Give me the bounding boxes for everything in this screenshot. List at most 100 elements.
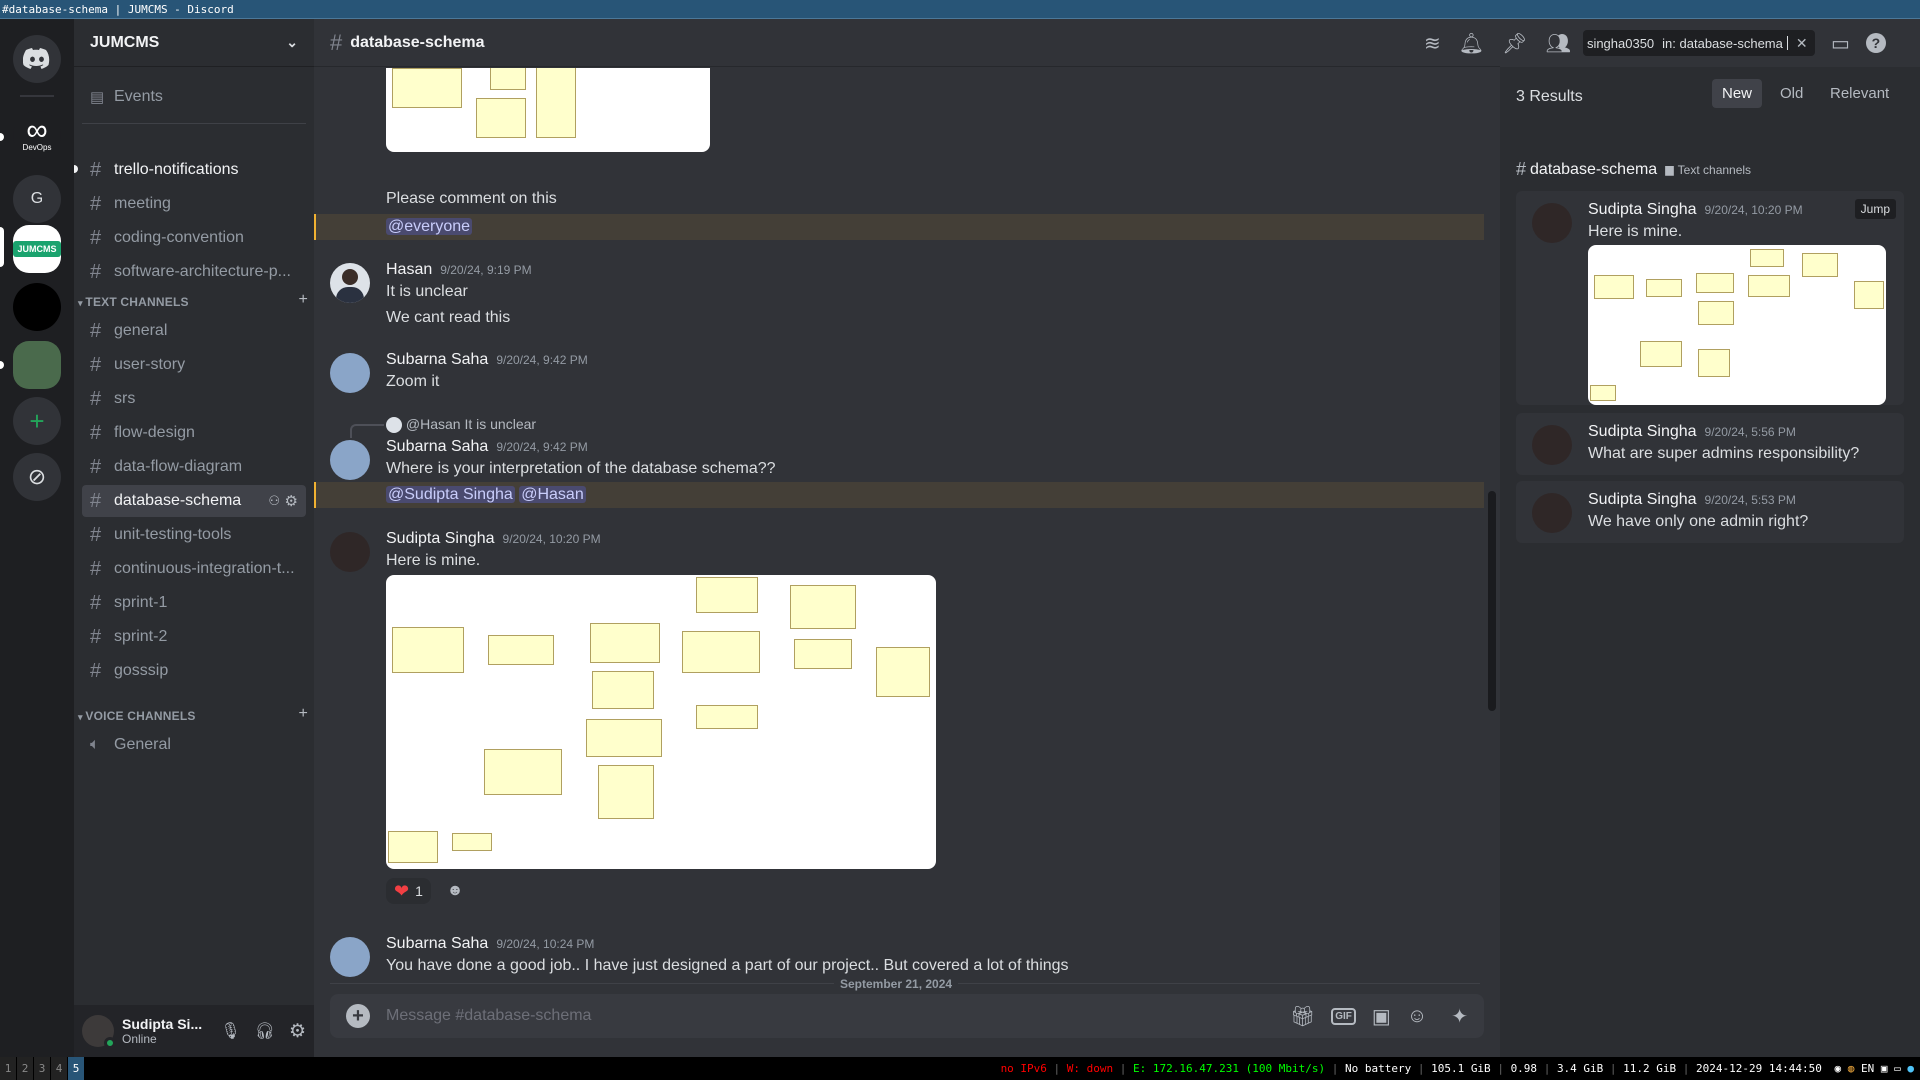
avatar[interactable] <box>330 532 370 572</box>
author-name[interactable]: Subarna Saha <box>386 438 488 455</box>
emoji-icon[interactable]: ☺ <box>1407 1005 1427 1028</box>
invite-icon[interactable]: ⚇ <box>268 493 280 509</box>
message-input[interactable]: Message #database-schema <box>386 1007 1278 1025</box>
guild-header[interactable]: JUMCMS ⌄ <box>74 19 314 67</box>
channel-user-story[interactable]: # user-story <box>82 349 306 381</box>
server-image[interactable] <box>13 341 61 389</box>
search-result[interactable]: Sudipta Singha 9/20/24, 10:20 PM Here is … <box>1516 191 1904 405</box>
add-channel-icon[interactable]: + <box>298 292 308 309</box>
headphones-icon[interactable]: 🎧︎ <box>255 1021 275 1041</box>
author-name[interactable]: Sudipta Singha <box>1588 423 1697 440</box>
explore-servers-button[interactable]: ⊘ <box>13 453 61 501</box>
channel-sprint-2[interactable]: # sprint-2 <box>82 621 306 653</box>
avatar[interactable] <box>82 1015 116 1049</box>
channel-database-schema[interactable]: # database-schema ⚇ ⚙ <box>82 485 306 517</box>
display-tray-icon[interactable]: ▭ <box>1894 1062 1901 1075</box>
author-name[interactable]: Subarna Saha <box>386 935 488 952</box>
workspace-button-current[interactable]: 5 <box>68 1057 84 1080</box>
channel-srs[interactable]: # srs <box>82 383 306 415</box>
attachment-image[interactable] <box>386 68 710 152</box>
channel-unit-testing-tools[interactable]: # unit-testing-tools <box>82 519 306 551</box>
channel-sprint-1[interactable]: # sprint-1 <box>82 587 306 619</box>
attachment-image[interactable] <box>386 575 936 869</box>
server-devops[interactable]: ∞ DevOps <box>13 111 61 159</box>
close-icon[interactable]: ✕ <box>1796 35 1808 52</box>
reply-preview[interactable]: @Hasan It is unclear <box>386 416 536 434</box>
mention-everyone[interactable]: @everyone <box>386 218 473 235</box>
sort-relevant-tab[interactable]: Relevant <box>1820 79 1899 108</box>
update-tray-icon[interactable]: ● <box>1907 1062 1914 1075</box>
discord-tray-icon[interactable]: ◉ <box>1835 1062 1842 1075</box>
author-name[interactable]: Sudipta Singha <box>1588 201 1697 218</box>
avatar[interactable] <box>330 937 370 977</box>
pin-icon[interactable]: 📌︎ <box>1502 31 1527 56</box>
category-text-channels[interactable]: ▾ TEXT CHANNELS + <box>78 292 308 310</box>
workspace-button[interactable]: 2 <box>17 1057 33 1080</box>
apps-icon[interactable]: ✦ <box>1451 1004 1468 1029</box>
mention-user[interactable]: @Sudipta Singha <box>386 486 515 503</box>
channel-data-flow-diagram[interactable]: # data-flow-diagram <box>82 451 306 483</box>
add-server-button[interactable]: + <box>13 397 61 445</box>
add-attachment-icon[interactable]: + <box>346 1004 370 1028</box>
member-list-icon[interactable]: 👥︎ <box>1546 31 1571 56</box>
server-dark[interactable] <box>13 283 61 331</box>
network-tray-icon[interactable]: ▣ <box>1881 1062 1888 1075</box>
sort-old-tab[interactable]: Old <box>1770 79 1813 108</box>
channel-continuous-integration[interactable]: # continuous-integration-t... <box>82 553 306 585</box>
gear-icon[interactable]: ⚙ <box>285 492 298 510</box>
channel-software-architecture[interactable]: # software-architecture-p... <box>82 256 306 288</box>
author-name[interactable]: Subarna Saha <box>386 351 488 368</box>
workspace-button[interactable]: 1 <box>0 1057 16 1080</box>
avatar[interactable] <box>1532 203 1572 243</box>
keyboard-layout[interactable]: EN <box>1861 1062 1874 1075</box>
sort-new-tab[interactable]: New <box>1712 79 1763 108</box>
search-result[interactable]: Sudipta Singha 9/20/24, 5:53 PM We have o… <box>1516 481 1904 543</box>
sticker-icon[interactable]: ▣ <box>1372 1004 1391 1029</box>
search-user-token: singha0350 <box>1586 35 1655 51</box>
chrome-tray-icon[interactable]: ◍ <box>1848 1062 1855 1075</box>
message-list[interactable]: Please comment on this @everyone Hasan 9/… <box>314 68 1500 988</box>
mention-user[interactable]: @Hasan <box>519 486 586 503</box>
result-channel-header[interactable]: # database-schema ▆ Text channels <box>1516 159 1751 180</box>
add-reaction-button[interactable]: ☻ <box>440 878 470 904</box>
channel-gosssip[interactable]: # gosssip <box>82 655 306 687</box>
avatar[interactable] <box>1532 425 1572 465</box>
voice-channel-general[interactable]: 🔈︎ General <box>82 729 306 761</box>
add-channel-icon[interactable]: + <box>298 706 308 723</box>
channel-trello-notifications[interactable]: # trello-notifications <box>82 154 306 186</box>
jump-button[interactable]: Jump <box>1854 199 1896 219</box>
channel-coding-convention[interactable]: # coding-convention <box>82 222 306 254</box>
gif-icon[interactable]: GIF <box>1331 1007 1356 1025</box>
bell-icon[interactable]: 🔔︎ <box>1459 31 1484 56</box>
threads-icon[interactable]: ≋ <box>1424 31 1441 56</box>
workspace-button[interactable]: 4 <box>51 1057 67 1080</box>
result-attachment-image[interactable] <box>1588 245 1886 405</box>
channel-meeting[interactable]: # meeting <box>82 188 306 220</box>
window-titlebar: #database-schema | JUMCMS - Discord <box>0 0 1920 19</box>
server-jumcms[interactable]: JUMCMS <box>13 225 61 273</box>
avatar[interactable] <box>330 440 370 480</box>
gift-icon[interactable]: 🎁︎ <box>1290 1004 1315 1029</box>
avatar[interactable] <box>330 263 370 303</box>
reaction-heart[interactable]: ❤ 1 <box>386 878 431 904</box>
category-voice-channels[interactable]: ▾ VOICE CHANNELS + <box>78 706 308 724</box>
hash-icon: # <box>90 260 102 283</box>
avatar[interactable] <box>330 353 370 393</box>
channel-general[interactable]: # general <box>82 315 306 347</box>
author-name[interactable]: Sudipta Singha <box>1588 491 1697 508</box>
microphone-icon[interactable]: 🎙︎ <box>220 1021 240 1041</box>
inbox-icon[interactable]: ▭ <box>1831 31 1850 56</box>
workspace-button[interactable]: 3 <box>34 1057 50 1080</box>
discord-home-button[interactable] <box>13 35 61 83</box>
search-result[interactable]: Sudipta Singha 9/20/24, 5:56 PM What are … <box>1516 413 1904 475</box>
gear-icon[interactable]: ⚙ <box>289 1020 306 1043</box>
server-g[interactable]: G <box>13 175 61 223</box>
author-name[interactable]: Hasan <box>386 261 432 278</box>
help-icon[interactable]: ? <box>1865 33 1886 53</box>
channel-flow-design[interactable]: # flow-design <box>82 417 306 449</box>
avatar[interactable] <box>1532 493 1572 533</box>
search-input[interactable]: singha0350 in: database-schema ✕ <box>1582 30 1815 56</box>
scrollbar[interactable] <box>1488 491 1496 711</box>
events-item[interactable]: ▤ Events <box>82 81 306 113</box>
author-name[interactable]: Sudipta Singha <box>386 530 495 547</box>
